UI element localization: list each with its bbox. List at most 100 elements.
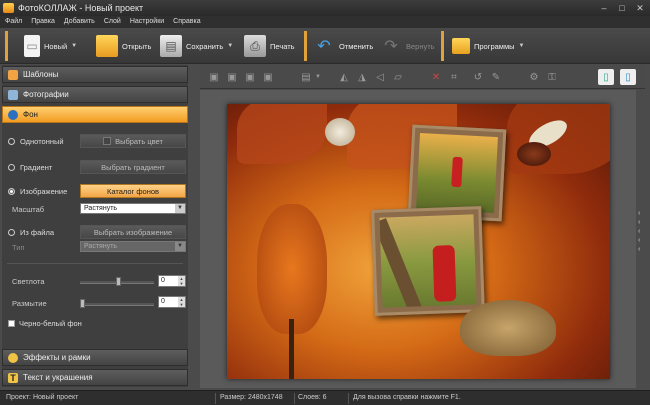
scale-label: Масштаб: [12, 205, 45, 214]
status-separator: [215, 393, 216, 404]
paint-bucket-icon: [8, 109, 18, 120]
status-layers: Слоев: 6: [298, 394, 327, 401]
poppy-pod-image[interactable]: [325, 118, 355, 146]
radio-indicator[interactable]: [8, 138, 15, 145]
status-project: Проект: Новый проект: [6, 394, 79, 401]
programs-button[interactable]: Программы ▼: [452, 31, 524, 61]
left-panel: Шаблоны Фотографии Фон Однотонный Выбрат…: [2, 65, 188, 387]
page-settings-icon[interactable]: ▯: [620, 69, 636, 85]
folder-icon: [96, 35, 118, 57]
blur-spinbox[interactable]: 0 ▲ ▼: [158, 296, 186, 308]
chevron-down-icon[interactable]: ▼: [175, 204, 185, 213]
close-button[interactable]: ✕: [634, 2, 646, 14]
girl-figure: [432, 245, 457, 302]
align-icon[interactable]: ▤: [298, 69, 314, 85]
pick-image-button[interactable]: Выбрать изображение: [80, 225, 186, 239]
layer-toolbar: ▣ ▣ ▣ ▣ ▤ ▼ ◭ ◮ ◁ ▱ ✕ ⌗ ↺ ✎ ⚙ ⚿ ▯ ▯: [200, 65, 645, 89]
flip-icon[interactable]: ◭: [336, 69, 352, 85]
type-select[interactable]: Растянуть ▼: [80, 241, 186, 252]
brightness-spinbox[interactable]: 0 ▲ ▼: [158, 275, 186, 287]
radio-from-file[interactable]: Из файла: [8, 228, 54, 237]
chevron-left-icon[interactable]: ‹: [638, 228, 640, 235]
save-button[interactable]: ▤ Сохранить ▼: [160, 31, 233, 61]
brightness-slider-handle[interactable]: [116, 277, 121, 286]
delete-icon[interactable]: ✕: [428, 69, 444, 85]
radio-gradient[interactable]: Градиент: [8, 163, 52, 172]
girl-figure: [451, 156, 463, 188]
decor-leaf: [237, 104, 327, 164]
section-background[interactable]: Фон: [2, 106, 188, 123]
pick-color-button[interactable]: Выбрать цвет: [80, 134, 186, 148]
print-button[interactable]: ⎙ Печать: [244, 31, 295, 61]
blur-slider[interactable]: [80, 299, 154, 308]
section-text[interactable]: T Текст и украшения: [2, 369, 188, 386]
menu-settings[interactable]: Настройки: [130, 16, 164, 28]
menu-file[interactable]: Файл: [5, 16, 22, 28]
radio-image[interactable]: Изображение: [8, 187, 67, 196]
chevron-down-icon[interactable]: ▼: [175, 242, 185, 251]
app-window: ФотоКОЛЛАЖ - Новый проект – □ ✕ Файл Пра…: [0, 0, 650, 405]
autumn-tree-image[interactable]: [257, 204, 327, 334]
open-button[interactable]: Открыть: [96, 31, 151, 61]
toolbar-separator: [441, 31, 444, 61]
chevron-left-icon[interactable]: ‹: [638, 210, 640, 217]
photo-girl-park: [416, 133, 498, 213]
background-catalog-button[interactable]: Каталог фонов: [80, 184, 186, 198]
bw-checkbox[interactable]: Черно-белый фон: [8, 319, 82, 328]
rotate-left-icon[interactable]: ↺: [470, 69, 486, 85]
chevron-left-icon[interactable]: ‹: [638, 246, 640, 253]
effects-wand-icon[interactable]: ✎: [488, 69, 504, 85]
panel-collapse-arrows[interactable]: ‹ ‹ ‹ ‹ ‹: [638, 210, 640, 253]
bring-front-icon[interactable]: ▣: [206, 69, 222, 85]
gear-icon[interactable]: ⚙: [526, 69, 542, 85]
spin-arrows-icon[interactable]: ▲ ▼: [178, 276, 185, 286]
app-logo-icon: [3, 3, 14, 13]
bw-label: Черно-белый фон: [19, 319, 82, 328]
minimize-button[interactable]: –: [598, 2, 610, 14]
photo-frame-2[interactable]: [371, 206, 485, 316]
hedgehog-image[interactable]: [460, 300, 556, 356]
send-backward-icon[interactable]: ▣: [242, 69, 258, 85]
chevron-down-icon[interactable]: ▼: [71, 43, 77, 49]
checkbox-indicator[interactable]: [8, 320, 15, 327]
mirror-icon[interactable]: ◮: [354, 69, 370, 85]
radio-indicator[interactable]: [8, 229, 15, 236]
radio-solid[interactable]: Однотонный: [8, 137, 64, 146]
status-bar: Проект: Новый проект Размер: 2480x1748 С…: [0, 390, 650, 405]
section-text-label: Текст и украшения: [23, 373, 93, 382]
menu-help[interactable]: Справка: [173, 16, 200, 28]
menu-layer[interactable]: Слой: [104, 16, 121, 28]
radio-indicator[interactable]: [8, 164, 15, 171]
chevron-down-icon[interactable]: ▼: [227, 43, 233, 49]
bring-forward-icon[interactable]: ▣: [224, 69, 240, 85]
rotate-icon[interactable]: ◁: [372, 69, 388, 85]
section-photos[interactable]: Фотографии: [2, 86, 188, 103]
mushroom-image[interactable]: [517, 142, 551, 166]
chevron-left-icon[interactable]: ‹: [638, 237, 640, 244]
scale-select[interactable]: Растянуть ▼: [80, 203, 186, 214]
maximize-button[interactable]: □: [616, 2, 628, 14]
section-templates[interactable]: Шаблоны: [2, 66, 188, 83]
chevron-down-icon[interactable]: ▼: [519, 43, 525, 49]
brightness-slider[interactable]: [80, 277, 154, 286]
send-back-icon[interactable]: ▣: [260, 69, 276, 85]
menu-edit[interactable]: Правка: [31, 16, 55, 28]
radio-indicator[interactable]: [8, 188, 15, 195]
radio-gradient-label: Градиент: [20, 163, 53, 172]
spin-arrows-icon[interactable]: ▲ ▼: [178, 297, 185, 307]
crop-icon[interactable]: ⌗: [446, 69, 462, 85]
redo-button[interactable]: ↷ Вернуть: [380, 31, 434, 61]
add-page-icon[interactable]: ▯: [598, 69, 614, 85]
chevron-left-icon[interactable]: ‹: [638, 219, 640, 226]
lock-icon[interactable]: ⚿: [544, 69, 560, 85]
pick-color-label: Выбрать цвет: [115, 136, 163, 146]
menu-add[interactable]: Добавить: [64, 16, 95, 28]
new-button[interactable]: ▭ Новый ▼: [24, 31, 77, 61]
undo-button[interactable]: ↶ Отменить: [313, 31, 373, 61]
chevron-down-icon[interactable]: ▼: [314, 69, 322, 85]
skew-icon[interactable]: ▱: [390, 69, 406, 85]
section-effects[interactable]: Эффекты и рамки: [2, 349, 188, 366]
collage-canvas[interactable]: [227, 104, 610, 379]
pick-gradient-button[interactable]: Выбрать градиент: [80, 160, 186, 174]
blur-slider-handle[interactable]: [80, 299, 85, 308]
